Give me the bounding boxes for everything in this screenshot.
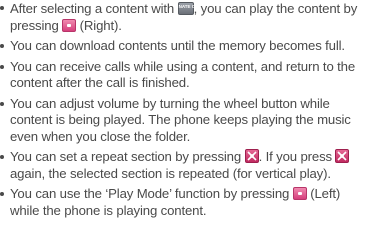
- repeat-key-icon: [244, 149, 259, 163]
- list-item: You can receive calls while using a cont…: [0, 59, 385, 92]
- repeat-key-icon: [335, 149, 350, 163]
- bullet-dot: [0, 155, 4, 159]
- text-line: even when you close the folder.: [10, 128, 191, 144]
- list-item: You can download contents until the memo…: [0, 38, 385, 55]
- right-key-icon: [62, 18, 77, 32]
- text-line: You can download contents until the memo…: [10, 38, 345, 53]
- text-line: You can use the ‘Play Mode’ function by …: [10, 186, 341, 201]
- left-key-icon: [292, 187, 307, 200]
- bullet-dot: [0, 101, 4, 106]
- bullet-list: After selecting a content with NATE OK, …: [0, 0, 385, 219]
- bullet-dot: [0, 192, 4, 196]
- nate-ok-key-icon: NATE OK: [177, 2, 199, 15]
- bullet-dot: [0, 64, 4, 69]
- bullet-dot: [0, 44, 4, 48]
- list-item: After selecting a content with NATE OK, …: [0, 0, 385, 34]
- list-item: You can use the ‘Play Mode’ function by …: [0, 186, 385, 219]
- text-line: content after the call is finished.: [10, 75, 190, 90]
- text-line: You can receive calls while using a cont…: [10, 58, 356, 74]
- text-line: After selecting a content with NATE OK, …: [10, 1, 358, 16]
- text-line: while the phone is playing content.: [10, 202, 207, 218]
- list-item: You can set a repeat section by pressing…: [0, 149, 385, 182]
- list-item: You can adjust volume by turning the whe…: [0, 96, 385, 146]
- text-line: You can adjust volume by turning the whe…: [10, 95, 330, 111]
- text-line: pressing (Right).: [10, 17, 122, 33]
- text-line: You can set a repeat section by pressing…: [10, 149, 385, 166]
- text-line: again, the selected section is repeated …: [10, 165, 331, 181]
- bullet-dot: [0, 6, 4, 10]
- text-line: content is being played. The phone keeps…: [10, 112, 351, 127]
